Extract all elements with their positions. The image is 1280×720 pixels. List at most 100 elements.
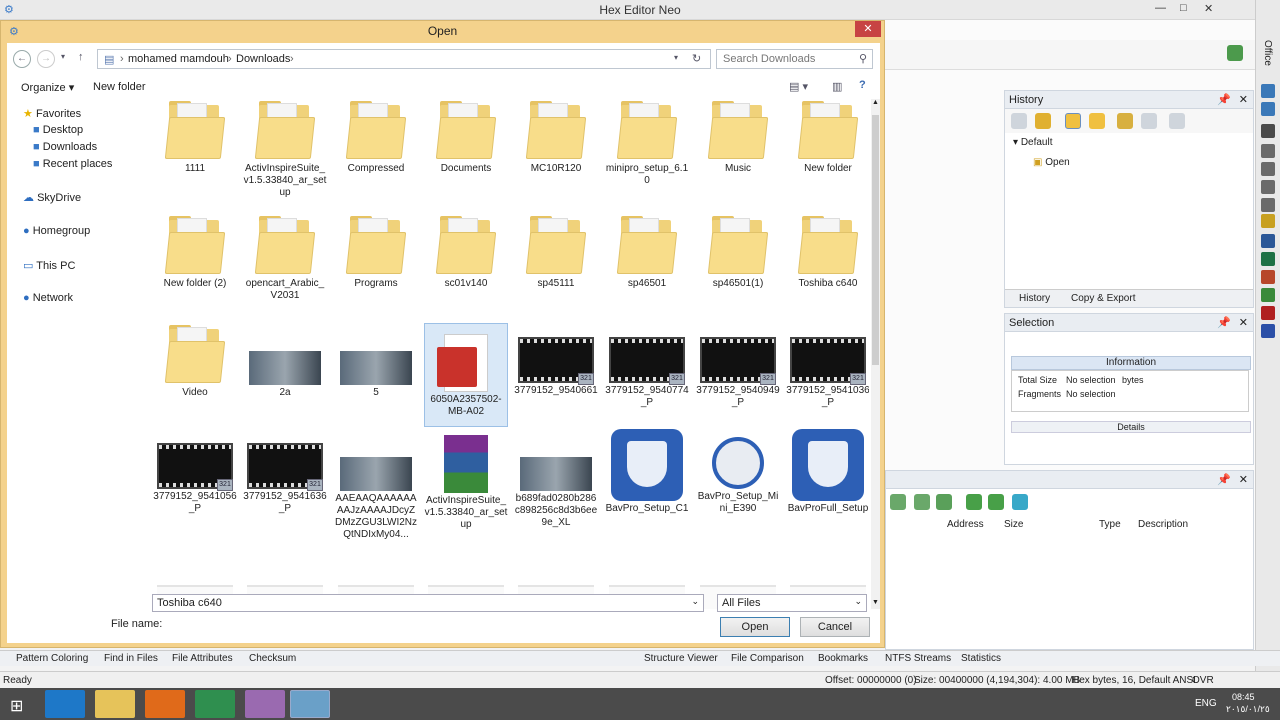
file-item[interactable]: BavPro_Setup_C1 (605, 429, 689, 515)
app-icon[interactable] (1261, 180, 1275, 194)
column-size[interactable]: Size (1004, 519, 1023, 530)
clock-date[interactable]: ٢٠١٥/٠١/٢٥ (1226, 704, 1270, 715)
chevron-down-icon[interactable]: ⌄ (691, 596, 699, 607)
nav-favorites[interactable]: ★ Favorites (23, 107, 81, 120)
tab-history[interactable]: History (1019, 293, 1050, 304)
file-item[interactable]: New folder (2) (153, 214, 237, 290)
file-item[interactable]: Toshiba c640 (786, 214, 869, 290)
file-item[interactable]: MC10R120 (514, 99, 598, 175)
pin-icon[interactable]: 📌 (1217, 316, 1231, 329)
file-item[interactable]: 1111 (153, 99, 237, 175)
scroll-down-icon[interactable]: ▼ (872, 599, 879, 606)
firefox-icon[interactable] (145, 690, 185, 718)
refresh-icon[interactable]: ↻ (692, 52, 701, 65)
breadcrumb-user[interactable]: mohamed mamdouh (128, 53, 229, 65)
scroll-up-icon[interactable]: ▲ (872, 99, 879, 106)
word-icon[interactable] (1261, 234, 1275, 248)
back-icon[interactable]: ← (13, 50, 31, 68)
tab-file-attributes[interactable]: File Attributes (172, 653, 233, 664)
app-icon[interactable] (1261, 162, 1275, 176)
file-item[interactable]: minipro_setup_6.10 (605, 99, 689, 187)
file-item[interactable]: sc01v140 (424, 214, 508, 290)
clock-time[interactable]: 08:45 (1232, 692, 1255, 702)
nav-downloads[interactable]: ■ Downloads (33, 141, 97, 153)
file-type-select[interactable]: All Files ⌄ (717, 594, 867, 612)
info-header[interactable]: Information (1011, 356, 1251, 370)
file-item[interactable]: 321 3779152_9540949_P (696, 323, 780, 409)
file-item[interactable]: New folder (786, 99, 869, 175)
file-item[interactable]: sp46501(1) (696, 214, 780, 290)
pin-icon[interactable]: 📌 (1217, 93, 1231, 106)
history-tool-icon[interactable] (1169, 113, 1185, 129)
file-name-input[interactable]: Toshiba c640 ⌄ (152, 594, 704, 612)
forward-icon[interactable]: → (37, 50, 55, 68)
excel-icon[interactable] (1261, 252, 1275, 266)
history-tree-root[interactable]: ▾ Default (1013, 137, 1053, 148)
recent-locations-icon[interactable]: ▾ (61, 52, 65, 61)
bookmark-tool-icon[interactable] (890, 494, 906, 510)
bookmark-tool-icon[interactable] (936, 494, 952, 510)
file-item[interactable]: 321 3779152_9540661 (514, 323, 598, 397)
cancel-button[interactable]: Cancel (800, 617, 870, 637)
close-icon[interactable]: ✕ (1239, 93, 1248, 106)
file-item[interactable]: Video (153, 323, 237, 399)
history-tool-icon[interactable] (1011, 113, 1027, 129)
dialog-close-button[interactable]: ✕ (855, 21, 881, 37)
history-tool-icon[interactable] (1089, 113, 1105, 129)
history-tool-icon[interactable] (1141, 113, 1157, 129)
tab-ntfs-streams[interactable]: NTFS Streams (885, 653, 951, 664)
bookmark-tool-icon[interactable] (914, 494, 930, 510)
app-icon[interactable] (245, 690, 285, 718)
history-tool-icon[interactable] (1065, 113, 1081, 129)
nav-homegroup[interactable]: ● Homegroup (23, 225, 90, 237)
app-icon[interactable] (1261, 270, 1275, 284)
file-item[interactable]: 321 3779152_9541636_P (243, 429, 327, 515)
lang-indicator[interactable]: ENG (1195, 698, 1217, 709)
file-item[interactable]: sp45111 (514, 214, 598, 290)
app-icon[interactable] (1261, 214, 1275, 228)
view-options-icon[interactable]: ▤ ▾ (789, 80, 808, 93)
file-item[interactable]: 6050A2357502-MB-A02 (424, 323, 508, 427)
nav-network[interactable]: ● Network (23, 292, 73, 304)
file-explorer-icon[interactable] (95, 690, 135, 718)
file-item[interactable]: AAEAAQAAAAAAAAJzAAAAJDcyZDMzZGU3LWI2NzQt… (334, 429, 418, 541)
column-description[interactable]: Description (1138, 519, 1188, 530)
file-item[interactable]: Compressed (334, 99, 418, 175)
bookmark-tool-icon[interactable] (1012, 494, 1028, 510)
hex-editor-icon[interactable] (290, 690, 330, 718)
column-address[interactable]: Address (947, 519, 984, 530)
app-icon[interactable] (1261, 84, 1275, 98)
address-dropdown-icon[interactable]: ▾ (674, 53, 678, 62)
start-icon[interactable]: ⊞ (10, 696, 23, 716)
tab-file-comparison[interactable]: File Comparison (731, 653, 804, 664)
ie-icon[interactable] (45, 690, 85, 718)
chevron-down-icon[interactable]: ⌄ (854, 596, 862, 607)
nav-desktop[interactable]: ■ Desktop (33, 124, 83, 136)
minimize-icon[interactable]: — (1155, 2, 1166, 14)
search-input[interactable]: Search Downloads ⚲ (716, 49, 873, 69)
app-icon[interactable] (1261, 102, 1275, 116)
close-icon[interactable]: ✕ (1204, 2, 1213, 15)
file-item[interactable]: Documents (424, 99, 508, 175)
file-item[interactable]: BavPro_Setup_Mini_E390 (696, 429, 780, 515)
history-tree-item[interactable]: ▣ Open (1033, 157, 1070, 168)
nav-this-pc[interactable]: ▭ This PC (23, 259, 75, 272)
bookmark-tool-icon[interactable] (966, 494, 982, 510)
tab-structure-viewer[interactable]: Structure Viewer (644, 653, 718, 664)
nav-recent-places[interactable]: ■ Recent places (33, 158, 112, 170)
nav-skydrive[interactable]: ☁ SkyDrive (23, 191, 81, 204)
bookmark-tool-icon[interactable] (988, 494, 1004, 510)
app-icon[interactable] (1261, 324, 1275, 338)
file-item[interactable]: 2a (243, 323, 327, 399)
file-item[interactable]: 321 3779152_9541056_P (153, 429, 237, 515)
tab-statistics[interactable]: Statistics (961, 653, 1001, 664)
file-item[interactable]: ActivInspireSuite_v1.5.33840_ar_setup (243, 99, 327, 199)
app-icon[interactable] (1261, 144, 1275, 158)
tab-checksum[interactable]: Checksum (249, 653, 296, 664)
pin-icon[interactable]: 📌 (1217, 473, 1231, 486)
app-icon[interactable] (1261, 306, 1275, 320)
tab-find-in-files[interactable]: Find in Files (104, 653, 158, 664)
file-item[interactable]: ActivInspireSuite_v1.5.33840_ar_setup (424, 429, 508, 531)
file-item[interactable]: Programs (334, 214, 418, 290)
app-icon[interactable] (1261, 288, 1275, 302)
